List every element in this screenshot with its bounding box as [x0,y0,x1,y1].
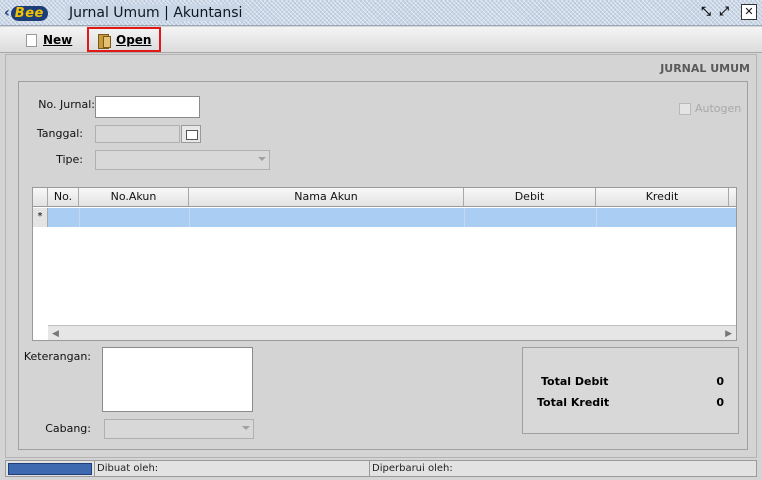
status-bar: Dibuat oleh: Diperbarui oleh: [5,460,757,477]
table-row[interactable] [48,208,736,227]
col-no[interactable]: No. [48,188,79,207]
bee-logo[interactable]: ‹ Bee [4,3,62,23]
total-kredit-value: 0 [716,396,724,409]
window-title: Jurnal Umum | Akuntansi [66,5,246,21]
grid-header: No. No.Akun Nama Akun Debit Kredit [33,188,736,207]
cell-divider [79,208,80,227]
new-button-label: New [43,33,73,47]
grid-corner [33,188,48,207]
chevron-down-icon [258,157,266,161]
form-heading: JURNAL UMUM [660,62,750,75]
horizontal-scrollbar[interactable]: ◀ ▶ [48,325,736,340]
tipe-label: Tipe: [56,153,83,166]
tanggal-label: Tanggal: [36,127,83,140]
maximize-icon[interactable]: ⤢ [716,4,732,20]
restore-icon[interactable]: ⤡ [698,4,714,20]
journal-grid[interactable]: No. No.Akun Nama Akun Debit Kredit * ◀ ▶ [32,187,737,341]
no-jurnal-label: No. Jurnal: [38,98,95,111]
col-nama-akun[interactable]: Nama Akun [189,188,464,207]
diperbarui-oleh: Diperbarui oleh: [369,461,756,476]
cell-divider [189,208,190,227]
scroll-right-icon[interactable]: ▶ [725,329,732,339]
cell-divider [596,208,597,227]
chevron-down-icon [242,426,250,430]
scroll-left-icon[interactable]: ◀ [52,329,59,339]
close-icon[interactable]: ✕ [741,4,757,20]
new-button[interactable]: New [22,30,76,50]
back-chevron-icon: ‹ [4,5,10,21]
main-content: JURNAL UMUM No. Jurnal: Tanggal: Tipe: A… [5,54,757,458]
autogen-label: Autogen [695,102,742,115]
no-jurnal-input[interactable] [95,96,200,118]
cabang-select[interactable] [104,419,254,439]
open-highlight-box [87,27,161,52]
journal-panel: No. Jurnal: Tanggal: Tipe: Autogen No. N… [18,81,748,450]
logo-text: Bee [10,5,48,21]
col-no-akun[interactable]: No.Akun [79,188,189,207]
tanggal-input[interactable] [95,125,180,143]
autogen-checkbox[interactable]: Autogen [679,102,741,115]
calendar-icon[interactable] [181,125,201,143]
keterangan-textarea[interactable] [102,347,253,412]
total-debit-label: Total Debit [541,375,609,388]
col-debit[interactable]: Debit [464,188,596,207]
totals-panel: Total Debit 0 Total Kredit 0 [522,347,739,434]
checkbox-icon [679,102,691,115]
cabang-label: Cabang: [45,422,91,435]
total-debit-value: 0 [716,375,724,388]
total-kredit-label: Total Kredit [537,396,610,409]
title-bar: ‹ Bee Jurnal Umum | Akuntansi ⤡ ⤢ ✕ [0,0,762,26]
tipe-select[interactable] [95,150,270,170]
new-document-icon [26,33,37,47]
keterangan-label: Keterangan: [23,350,91,363]
cell-divider [464,208,465,227]
new-row-marker: * [33,208,48,227]
col-kredit[interactable]: Kredit [596,188,729,207]
dibuat-oleh: Dibuat oleh: [94,461,369,476]
status-progress-bar [8,463,92,475]
